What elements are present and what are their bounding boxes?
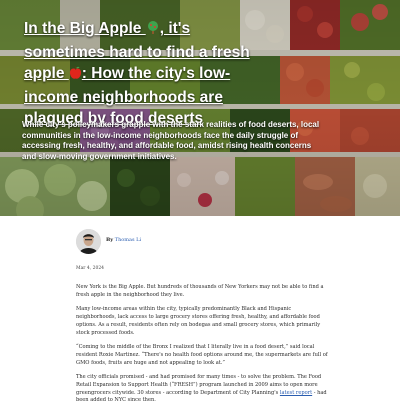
by-label: By [106, 237, 114, 243]
hero-banner: In the Big Apple , it's sometimes hard t… [0, 0, 400, 216]
article-dek: While city's policymakers grapple with t… [22, 120, 320, 161]
publish-date: Mar 4, 2024 [76, 266, 105, 271]
headline-part-1: In the Big Apple [24, 20, 146, 37]
article-body: New York is the Big Apple. But hundreds … [76, 284, 328, 412]
latest-report-link[interactable]: latest report [280, 390, 312, 396]
article-paragraph-2: Many low-income areas within the city, t… [76, 306, 321, 336]
article-paragraph-1: New York is the Big Apple. But hundreds … [76, 284, 324, 298]
author-link[interactable]: Thomas Li [115, 237, 141, 243]
red-apple-emoji-icon [69, 65, 82, 87]
byline-text: By Thomas Li [106, 237, 141, 243]
article-paragraph-3: “Coming to the middle of the Bronx I rea… [76, 344, 328, 366]
author-avatar[interactable] [76, 229, 101, 254]
article-headline[interactable]: In the Big Apple , it's sometimes hard t… [24, 18, 274, 130]
apple-tree-emoji-icon [146, 20, 160, 42]
article-paragraph-4: The city officials promised - and had pr… [76, 374, 328, 405]
